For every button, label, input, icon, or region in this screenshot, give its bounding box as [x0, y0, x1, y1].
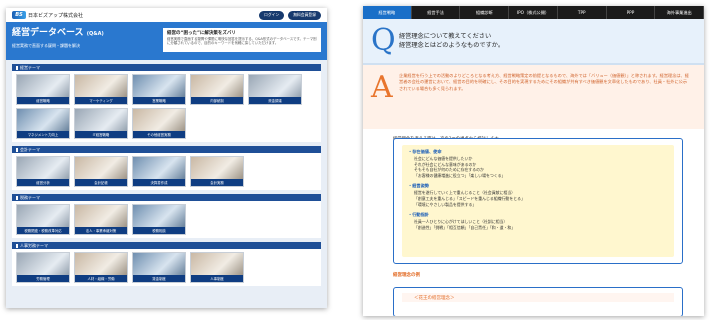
- theme-tile[interactable]: 資金調達: [248, 74, 302, 105]
- viewpoint-line: 「お客様の健康増進に役立つ」「楽しい場をつくる」: [414, 172, 506, 178]
- theme-section: 経営テーマ経営戦略 マーケティング 営業戦略 内部統制 資金調達マネジメント力向上 IT経…: [12, 64, 321, 142]
- tile-label: 内部統制: [191, 97, 243, 104]
- theme-section: 人事労務テーマ労務管理 人材・組織・労働 賃金制度 人事制度: [12, 242, 321, 286]
- theme-section: 税務テーマ税務関連・税務改革対応 法人・事業承継対策 税務相談: [12, 194, 321, 238]
- theme-tile[interactable]: 税務相談: [132, 204, 186, 235]
- category-tab[interactable]: PPP: [607, 6, 656, 19]
- viewpoint-heading: ・行動指針: [408, 212, 429, 218]
- viewpoint-line: 「創造性」「挑戦」「相互信頼」「自己責任」「和・道・和」: [414, 224, 516, 230]
- login-button[interactable]: ログイン: [259, 10, 285, 20]
- tile-label: マネジメント力向上: [17, 131, 69, 138]
- tile-label: 営業戦略: [133, 97, 185, 104]
- theme-tile[interactable]: 経営戦略: [16, 74, 70, 105]
- category-tab[interactable]: 海外事業進出: [655, 6, 704, 19]
- tile-label: 税務相談: [133, 227, 185, 234]
- tile-label: 人事制度: [191, 275, 243, 282]
- tile-label: マーケティング: [75, 97, 127, 104]
- viewpoints-box: ・存在価値、使命 社会にどんな価値を提供したいか それが社会にどんな意味があるのかそ…: [393, 138, 683, 264]
- theme-tile[interactable]: マーケティング: [74, 74, 128, 105]
- qa-article-screenshot: 経営戦略 経営手法 組織診断 IPO（株式公開） TPP PPP 海外事業進出 Q 経営理念…: [363, 6, 704, 316]
- section-heading: 税務テーマ: [12, 194, 321, 201]
- theme-tile[interactable]: 税務関連・税務改革対応: [16, 204, 70, 235]
- tile-label: 税務関連・税務改革対応: [17, 227, 69, 234]
- answer-text: 企業経営を行う上での活動のよりどころとなる考え方、経営戦略策定の前提となるもので…: [399, 73, 689, 91]
- info-heading: 経営の“困った”に解決策をズバリ: [167, 31, 236, 36]
- tile-label: 法人・事業承継対策: [75, 227, 127, 234]
- logo-mark: BS: [12, 11, 26, 19]
- theme-tile[interactable]: IT経営戦略: [74, 108, 128, 139]
- theme-tile[interactable]: マネジメント力向上: [16, 108, 70, 139]
- section-heading: 経営テーマ: [12, 64, 321, 71]
- example-box: ＜花王の経営理念＞: [393, 287, 683, 316]
- question-panel: Q 経営理念について教えてください 経営理念とはどのようなものですか。: [363, 19, 704, 65]
- viewpoint-block: ・経営姿勢 経営を遂行していく上で重んじること（社会貢献に相当） 「創意工夫を重んじ…: [408, 183, 668, 207]
- theme-tile[interactable]: 営業戦略: [132, 74, 186, 105]
- answer-mark-letter: A: [371, 70, 393, 105]
- question-mark-letter: Q: [371, 23, 396, 58]
- category-tab[interactable]: 経営手法: [412, 6, 461, 19]
- tile-label: 会計記帳: [75, 179, 127, 186]
- tile-label: 労務管理: [17, 275, 69, 282]
- section-heading: 人事労務テーマ: [12, 242, 321, 249]
- theme-tile[interactable]: 会計記帳: [74, 156, 128, 187]
- viewpoint-heading: ・経営姿勢: [408, 183, 429, 189]
- question-line-2: 経営理念とはどのようなものですか。: [399, 42, 505, 49]
- theme-tile[interactable]: 会計実務: [190, 156, 244, 187]
- tile-label: 資金調達: [249, 97, 301, 104]
- viewpoint-block: ・行動指針 社員一人ひとりに心がけてほしいこと（社訓に相当） 「創造性」「挑戦」「相…: [408, 212, 668, 230]
- tile-label: 経営分析: [17, 179, 69, 186]
- tile-label: IT経営戦略: [75, 131, 127, 138]
- theme-tile[interactable]: 人事制度: [190, 252, 244, 283]
- theme-tile[interactable]: 労務管理: [16, 252, 70, 283]
- info-box: 経営の“困った”に解決策をズバリ 経営実務で直面する疑問や課題に明快な回答を提示…: [163, 28, 321, 52]
- tile-label: 決算書作成: [133, 179, 185, 186]
- tile-label: 会計実務: [191, 179, 243, 186]
- theme-tile[interactable]: 人材・組織・労働: [74, 252, 128, 283]
- example-title: ＜花王の経営理念＞: [402, 293, 674, 302]
- theme-section: 会計テーマ経営分析 会計記帳 決算書作成 会計実務: [12, 146, 321, 190]
- hero-banner: 経営データベース (Q&A) 経営実務で直面する疑問・課題を解決 経営の“困った…: [6, 22, 327, 60]
- category-tab[interactable]: 組織診断: [460, 6, 510, 19]
- logo[interactable]: BS 日本ビズアップ株式会社: [12, 11, 83, 19]
- theme-tile[interactable]: 内部統制: [190, 74, 244, 105]
- tile-label: 経営戦略: [17, 97, 69, 104]
- tile-label: その他経営実務: [133, 131, 185, 138]
- tile-label: 賃金制度: [133, 275, 185, 282]
- theme-tile[interactable]: 法人・事業承継対策: [74, 204, 128, 235]
- category-tab[interactable]: 経営戦略: [363, 6, 412, 19]
- page-subtitle: 経営実務で直面する疑問・課題を解決: [12, 43, 80, 48]
- category-tab[interactable]: TPP: [558, 6, 607, 19]
- question-line-1: 経営理念について教えてください: [399, 33, 492, 40]
- theme-tile[interactable]: 経営分析: [16, 156, 70, 187]
- theme-tile[interactable]: その他経営実務: [132, 108, 186, 139]
- section-heading: 会計テーマ: [12, 146, 321, 153]
- theme-tile[interactable]: 決算書作成: [132, 156, 186, 187]
- company-name: 日本ビズアップ株式会社: [28, 12, 84, 19]
- answer-panel: A 企業経営を行う上での活動のよりどころとなる考え方、経営戦略策定の前提となるも…: [363, 65, 704, 129]
- database-page-screenshot: BS 日本ビズアップ株式会社 ログイン 無料会員登録 経営データベース (Q&A…: [6, 8, 327, 308]
- info-text: 経営実務で直面する疑問や課題に明快な回答を提示する、Q&A形式のデータベースです…: [167, 37, 317, 46]
- viewpoint-heading: ・存在価値、使命: [408, 149, 442, 154]
- theme-tile[interactable]: 賃金制度: [132, 252, 186, 283]
- theme-sections: 経営テーマ経営戦略 マーケティング 営業戦略 内部統制 資金調達マネジメント力向上 IT経…: [6, 60, 327, 308]
- register-button[interactable]: 無料会員登録: [288, 10, 321, 20]
- category-tabs: 経営戦略 経営手法 組織診断 IPO（株式公開） TPP PPP 海外事業進出: [363, 6, 704, 19]
- page-title: 経営データベース (Q&A): [12, 28, 104, 38]
- tile-label: 人材・組織・労働: [75, 275, 127, 282]
- viewpoint-block: ・存在価値、使命 社会にどんな価値を提供したいか それが社会にどんな意味があるのかそ…: [408, 149, 668, 178]
- site-header: BS 日本ビズアップ株式会社 ログイン 無料会員登録: [6, 8, 327, 22]
- viewpoint-line: 「環境にやさしい製品を提供する」: [414, 201, 477, 207]
- category-tab[interactable]: IPO（株式公開）: [509, 6, 558, 19]
- example-heading: 経営理念の例: [393, 273, 420, 278]
